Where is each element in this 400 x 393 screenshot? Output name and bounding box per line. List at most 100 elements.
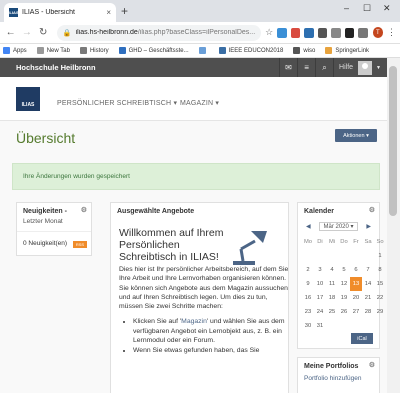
calendar-day[interactable]: 28	[362, 305, 374, 319]
minimize-button[interactable]: –	[344, 3, 349, 13]
lock-icon: 🔒	[62, 29, 72, 37]
calendar-day[interactable]: 22	[374, 291, 386, 305]
page-icon	[36, 47, 44, 54]
calendar-day[interactable]: 20	[350, 291, 362, 305]
bookmark-label: wiso	[303, 47, 316, 54]
extension-icon[interactable]	[290, 27, 301, 38]
browser-menu-icon[interactable]: ⋮	[387, 27, 396, 38]
calendar-day[interactable]: 3	[314, 263, 326, 277]
forward-button[interactable]: →	[20, 27, 33, 38]
bookmark-item[interactable]: GHD – Geschäftsste...	[118, 47, 189, 54]
extension-icon[interactable]	[317, 27, 328, 38]
gear-icon[interactable]: ⚙	[369, 361, 375, 369]
calendar-day[interactable]: 11	[326, 277, 338, 291]
extension-icon[interactable]	[344, 27, 355, 38]
user-menu-caret-icon[interactable]: ▼	[376, 65, 381, 71]
back-button[interactable]: ←	[4, 27, 17, 38]
bookmark-item[interactable]: SpringerLink	[325, 47, 369, 54]
next-month-icon[interactable]: ▶	[366, 223, 371, 230]
calendar-day[interactable]: 26	[338, 305, 350, 319]
extension-icon[interactable]	[358, 27, 368, 38]
calendar-day[interactable]: 19	[338, 291, 350, 305]
ical-button[interactable]: iCal	[351, 333, 373, 344]
calendar-month-nav: ◀ Mär 2020 ▾ ▶	[298, 222, 379, 231]
extension-icon[interactable]	[277, 27, 287, 38]
calendar-day[interactable]: 2	[302, 263, 314, 277]
calendar-day[interactable]: 6	[350, 263, 362, 277]
reload-button[interactable]: ↻	[37, 27, 50, 38]
search-icon[interactable]: ⌕	[315, 58, 333, 77]
bookmark-item[interactable]: History	[79, 47, 109, 54]
welcome-paragraph: Dies hier ist Ihr persönlicher Arbeitsbe…	[119, 266, 289, 311]
calendar-day[interactable]: 31	[314, 319, 326, 333]
calendar-day[interactable]: 24	[314, 305, 326, 319]
bookmark-item[interactable]: Apps	[3, 47, 27, 54]
month-select[interactable]: Mär 2020 ▾	[319, 222, 358, 231]
bookmark-item[interactable]: IEEE EDUCON2018	[218, 47, 283, 54]
calendar-day[interactable]: 10	[314, 277, 326, 291]
help-link[interactable]: Hilfe	[333, 58, 358, 77]
magazin-link[interactable]: Magazin	[181, 318, 207, 325]
browser-tab[interactable]: ILIAS ILIAS - Übersicht ×	[4, 3, 116, 22]
calendar-day[interactable]: 21	[362, 291, 374, 305]
close-window-button[interactable]: ✕	[383, 3, 391, 14]
bookmark-item[interactable]: wiso	[293, 47, 315, 54]
add-portfolio-link[interactable]: Portfolio hinzufügen	[298, 375, 379, 382]
calendar-empty-cell	[326, 249, 338, 263]
page-scrollbar[interactable]	[387, 58, 400, 393]
ilias-logo[interactable]: ILIAS	[16, 87, 40, 111]
rss-badge[interactable]: RSS	[73, 241, 87, 248]
scrollbar-thumb[interactable]	[389, 66, 397, 216]
calendar-day[interactable]: 18	[326, 291, 338, 305]
page-icon	[198, 47, 206, 54]
calendar-empty-cell	[338, 319, 350, 333]
actions-button[interactable]: Aktionen ▾	[335, 129, 377, 142]
bookmark-star-icon[interactable]: ☆	[265, 27, 273, 38]
menu-persoenlicher-schreibtisch[interactable]: PERSÖNLICHER SCHREIBTISCH ▾	[57, 99, 177, 107]
calendar-day[interactable]: 23	[302, 305, 314, 319]
extension-icon[interactable]	[331, 27, 341, 38]
calendar-day[interactable]: 13	[350, 277, 362, 291]
calendar-day[interactable]: 1	[374, 249, 386, 263]
calendar-day[interactable]: 16	[302, 291, 314, 305]
calendar-day[interactable]: 15	[374, 277, 386, 291]
prev-month-icon[interactable]: ◀	[306, 223, 311, 230]
menu-magazin[interactable]: MAGAZIN ▾	[180, 99, 219, 107]
bookmark-label: SpringerLink	[335, 47, 370, 54]
calendar-day[interactable]: 25	[326, 305, 338, 319]
maximize-button[interactable]: ☐	[363, 3, 371, 14]
new-tab-button[interactable]: +	[121, 4, 128, 18]
calendar-day[interactable]: 17	[314, 291, 326, 305]
url-input[interactable]: 🔒 ilias.hs-heilbronn.de/ilias.php?baseCl…	[56, 24, 262, 41]
calendar-day[interactable]: 4	[326, 263, 338, 277]
calendar-empty-cell	[350, 249, 362, 263]
calendar-empty-cell	[326, 319, 338, 333]
bookmark-item[interactable]	[198, 47, 209, 54]
offers-panel: Ausgewählte Angebote Willkommen auf Ihre…	[110, 202, 289, 393]
calendar-day[interactable]: 5	[338, 263, 350, 277]
calendar-day[interactable]: 12	[338, 277, 350, 291]
calendar-day[interactable]: 27	[350, 305, 362, 319]
menu-icon[interactable]: ≡	[297, 58, 315, 77]
main-menu: ILIAS PERSÖNLICHER SCHREIBTISCH ▾ MAGAZI…	[0, 77, 387, 121]
calendar-day[interactable]: 30	[302, 319, 314, 333]
calendar-day[interactable]: 8	[374, 263, 386, 277]
tab-close-icon[interactable]: ×	[106, 8, 111, 17]
mail-icon[interactable]: ✉	[279, 58, 297, 77]
calendar-day[interactable]: 14	[362, 277, 374, 291]
user-avatar[interactable]	[358, 60, 373, 75]
page-icon	[325, 47, 333, 54]
desk-lamp-icon	[233, 231, 267, 265]
calendar-day[interactable]: 29	[374, 305, 386, 319]
calendar-weekday: Sa	[364, 239, 372, 245]
welcome-body: Dies hier ist Ihr persönlicher Arbeitsbe…	[119, 265, 291, 357]
page-icon	[218, 47, 226, 54]
extension-icon[interactable]	[304, 27, 314, 38]
gear-icon[interactable]: ⚙	[81, 206, 87, 214]
page-icon	[118, 47, 126, 54]
bookmark-item[interactable]: New Tab	[36, 47, 70, 54]
gear-icon[interactable]: ⚙	[369, 206, 375, 214]
calendar-day[interactable]: 7	[362, 263, 374, 277]
profile-avatar[interactable]: T	[372, 27, 384, 38]
calendar-day[interactable]: 9	[302, 277, 314, 291]
